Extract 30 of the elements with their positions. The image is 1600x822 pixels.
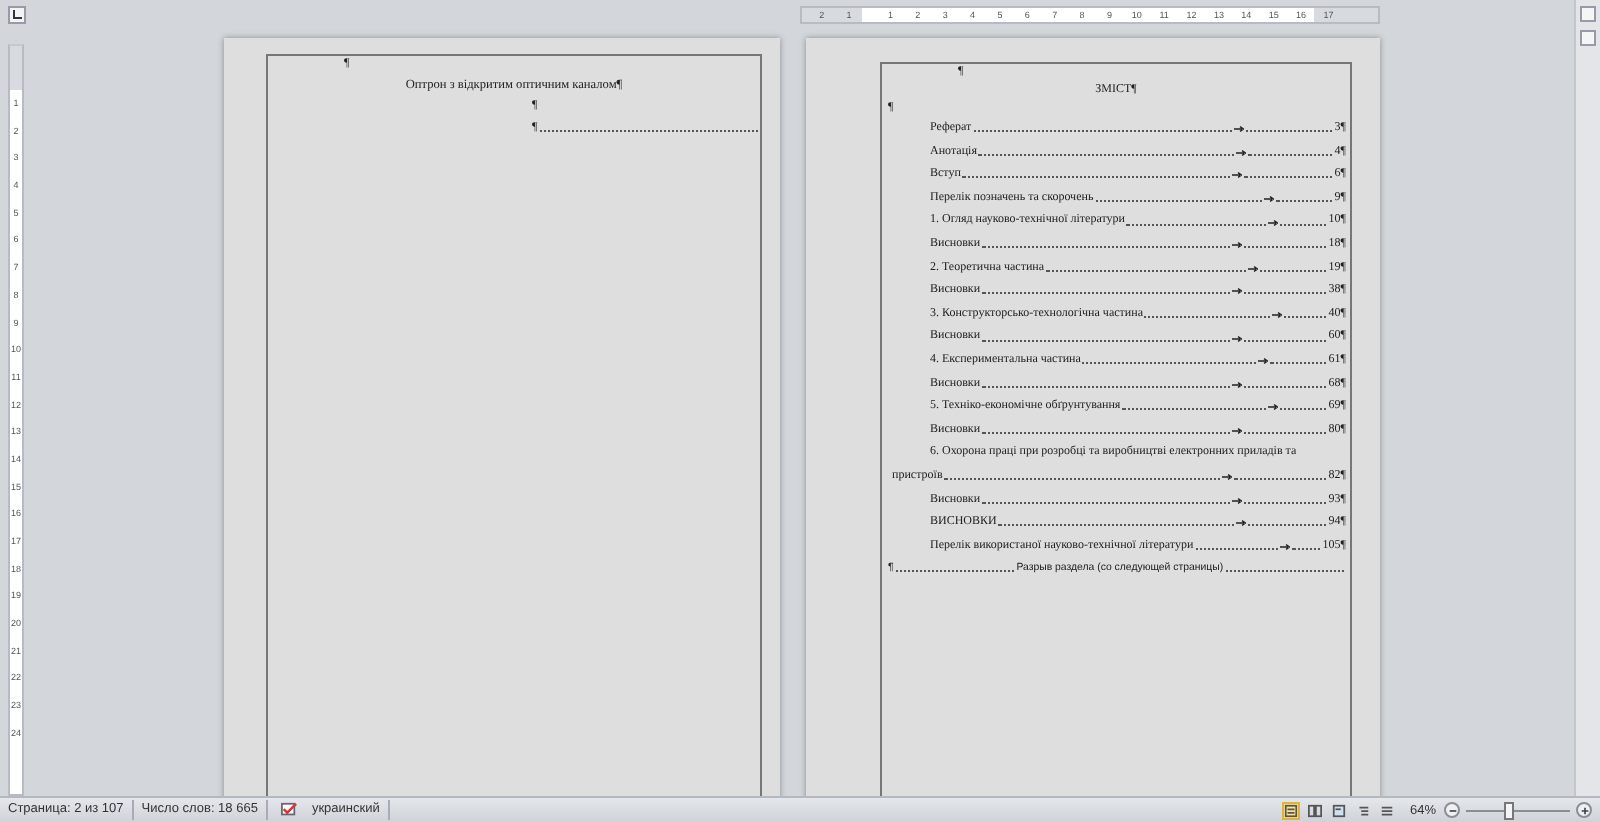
tab-mark-icon xyxy=(1257,358,1268,365)
tab-mark-icon xyxy=(1231,381,1242,388)
tab-mark-icon xyxy=(1231,335,1242,342)
view-button[interactable] xyxy=(1305,801,1324,819)
tab-mark-icon xyxy=(1280,543,1291,550)
zoom-out-button[interactable] xyxy=(1444,802,1460,818)
view-button[interactable] xyxy=(1329,801,1348,819)
tab-mark-icon xyxy=(1268,219,1279,226)
proofing-icon[interactable] xyxy=(279,802,298,818)
view-button[interactable] xyxy=(1281,801,1300,819)
tab-mark-icon xyxy=(1272,312,1283,319)
view-button[interactable] xyxy=(1377,801,1396,819)
tab-mark-icon xyxy=(1231,288,1242,295)
tab-mark-icon xyxy=(1267,404,1277,411)
plus-icon xyxy=(1579,805,1589,815)
tab-selector[interactable] xyxy=(7,6,25,24)
zoom-in-button[interactable] xyxy=(1576,802,1592,818)
tab-mark-icon xyxy=(1235,149,1246,156)
tab-mark-icon xyxy=(1231,242,1242,249)
tab-mark-icon xyxy=(1234,126,1245,133)
tab-mark-icon xyxy=(1222,474,1233,481)
slider-thumb[interactable] xyxy=(1503,801,1514,819)
tab-mark-icon xyxy=(1247,265,1258,272)
tab-mark-icon xyxy=(1231,497,1242,504)
tab-mark-icon xyxy=(1231,172,1242,179)
scrollbar[interactable] xyxy=(1574,0,1600,796)
minus-icon xyxy=(1447,805,1457,815)
tab-mark-icon xyxy=(1264,196,1275,203)
tab-mark-icon xyxy=(1231,428,1242,435)
tab-mark-icon xyxy=(1236,520,1247,527)
